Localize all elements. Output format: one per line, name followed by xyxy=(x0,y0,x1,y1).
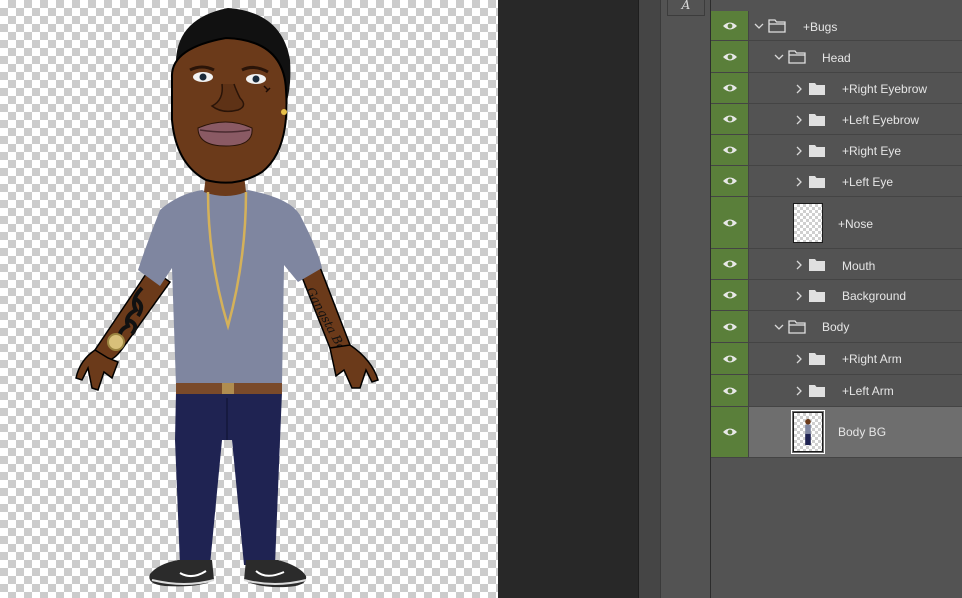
chevron-right-icon[interactable] xyxy=(794,84,804,94)
layers-panel: +Bugs Head +Right Eyebrow +Left Eyebrow … xyxy=(710,0,962,598)
visibility-eye-icon[interactable] xyxy=(711,311,749,342)
layer-name[interactable]: +Left Arm xyxy=(842,384,894,398)
layer-row-left-arm[interactable]: +Left Arm xyxy=(711,375,962,407)
layer-name[interactable]: +Right Eyebrow xyxy=(842,82,927,96)
visibility-eye-icon[interactable] xyxy=(711,407,749,457)
layer-name[interactable]: Body xyxy=(822,320,849,334)
mouth xyxy=(197,121,253,147)
layer-name[interactable]: Background xyxy=(842,289,906,303)
visibility-eye-icon[interactable] xyxy=(711,280,749,310)
visibility-eye-icon[interactable] xyxy=(711,343,749,374)
chevron-right-icon[interactable] xyxy=(794,115,804,125)
visibility-eye-icon[interactable] xyxy=(711,104,749,134)
chevron-right-icon[interactable] xyxy=(794,177,804,187)
layer-row-bugs[interactable]: +Bugs xyxy=(711,11,962,41)
layers-panel-empty-area xyxy=(711,458,962,598)
layer-row-right-eyebrow[interactable]: +Right Eyebrow xyxy=(711,73,962,104)
layer-thumbnail[interactable] xyxy=(793,203,823,243)
pasteboard xyxy=(498,0,638,598)
visibility-eye-icon[interactable] xyxy=(711,135,749,165)
layer-row-mouth[interactable]: Mouth xyxy=(711,249,962,280)
layer-name[interactable]: Head xyxy=(822,51,851,65)
visibility-eye-icon[interactable] xyxy=(711,375,749,406)
folder-icon xyxy=(808,82,826,96)
visibility-eye-icon[interactable] xyxy=(711,197,749,248)
folder-icon xyxy=(808,175,826,189)
chevron-down-icon[interactable] xyxy=(754,21,764,31)
layer-name[interactable]: +Right Arm xyxy=(842,352,902,366)
chevron-right-icon[interactable] xyxy=(794,260,804,270)
layer-row-left-eye[interactable]: +Left Eye xyxy=(711,166,962,197)
folder-open-icon xyxy=(768,19,786,33)
layer-row-body[interactable]: Body xyxy=(711,311,962,343)
left-hand xyxy=(329,344,379,389)
chevron-right-icon[interactable] xyxy=(794,146,804,156)
folder-icon xyxy=(808,352,826,366)
chevron-right-icon[interactable] xyxy=(794,291,804,301)
jeans xyxy=(175,392,282,565)
layer-name[interactable]: Body BG xyxy=(838,425,886,439)
chevron-right-icon[interactable] xyxy=(794,386,804,396)
layer-row-body-bg[interactable]: Body BG xyxy=(711,407,962,458)
folder-icon xyxy=(808,384,826,398)
layer-row-nose[interactable]: +Nose xyxy=(711,197,962,249)
layer-name[interactable]: +Right Eye xyxy=(842,144,901,158)
watch xyxy=(107,333,125,351)
layer-row-head[interactable]: Head xyxy=(711,41,962,73)
folder-icon xyxy=(808,289,826,303)
chevron-down-icon[interactable] xyxy=(774,322,784,332)
character-tool-button[interactable]: A xyxy=(667,0,705,16)
visibility-eye-icon[interactable] xyxy=(711,166,749,196)
panel-divider[interactable] xyxy=(638,0,660,598)
chevron-down-icon[interactable] xyxy=(774,52,784,62)
layer-name[interactable]: +Nose xyxy=(838,217,873,231)
layer-thumbnail[interactable] xyxy=(791,410,825,454)
visibility-eye-icon[interactable] xyxy=(711,249,749,279)
character-tool-icon: A xyxy=(681,0,691,12)
folder-icon xyxy=(808,258,826,272)
layer-name[interactable]: +Left Eyebrow xyxy=(842,113,919,127)
layer-row-background[interactable]: Background xyxy=(711,280,962,311)
folder-icon xyxy=(808,113,826,127)
layer-row-right-eye[interactable]: +Right Eye xyxy=(711,135,962,166)
document-canvas[interactable]: Gangsta Boys xyxy=(0,0,498,598)
visibility-eye-icon[interactable] xyxy=(711,73,749,103)
layer-row-left-eyebrow[interactable]: +Left Eyebrow xyxy=(711,104,962,135)
chevron-right-icon[interactable] xyxy=(794,354,804,364)
folder-icon xyxy=(808,144,826,158)
figure-thumbnail-icon xyxy=(805,418,811,446)
visibility-eye-icon[interactable] xyxy=(711,41,749,72)
tool-strip: A xyxy=(660,0,710,598)
layer-name[interactable]: Mouth xyxy=(842,259,875,273)
layer-name[interactable]: +Left Eye xyxy=(842,175,893,189)
folder-open-icon xyxy=(788,320,806,334)
character-artwork: Gangsta Boys xyxy=(75,8,379,588)
folder-open-icon xyxy=(788,50,806,64)
visibility-eye-icon[interactable] xyxy=(711,11,749,40)
layer-row-right-arm[interactable]: +Right Arm xyxy=(711,343,962,375)
layer-name[interactable]: +Bugs xyxy=(803,20,837,34)
